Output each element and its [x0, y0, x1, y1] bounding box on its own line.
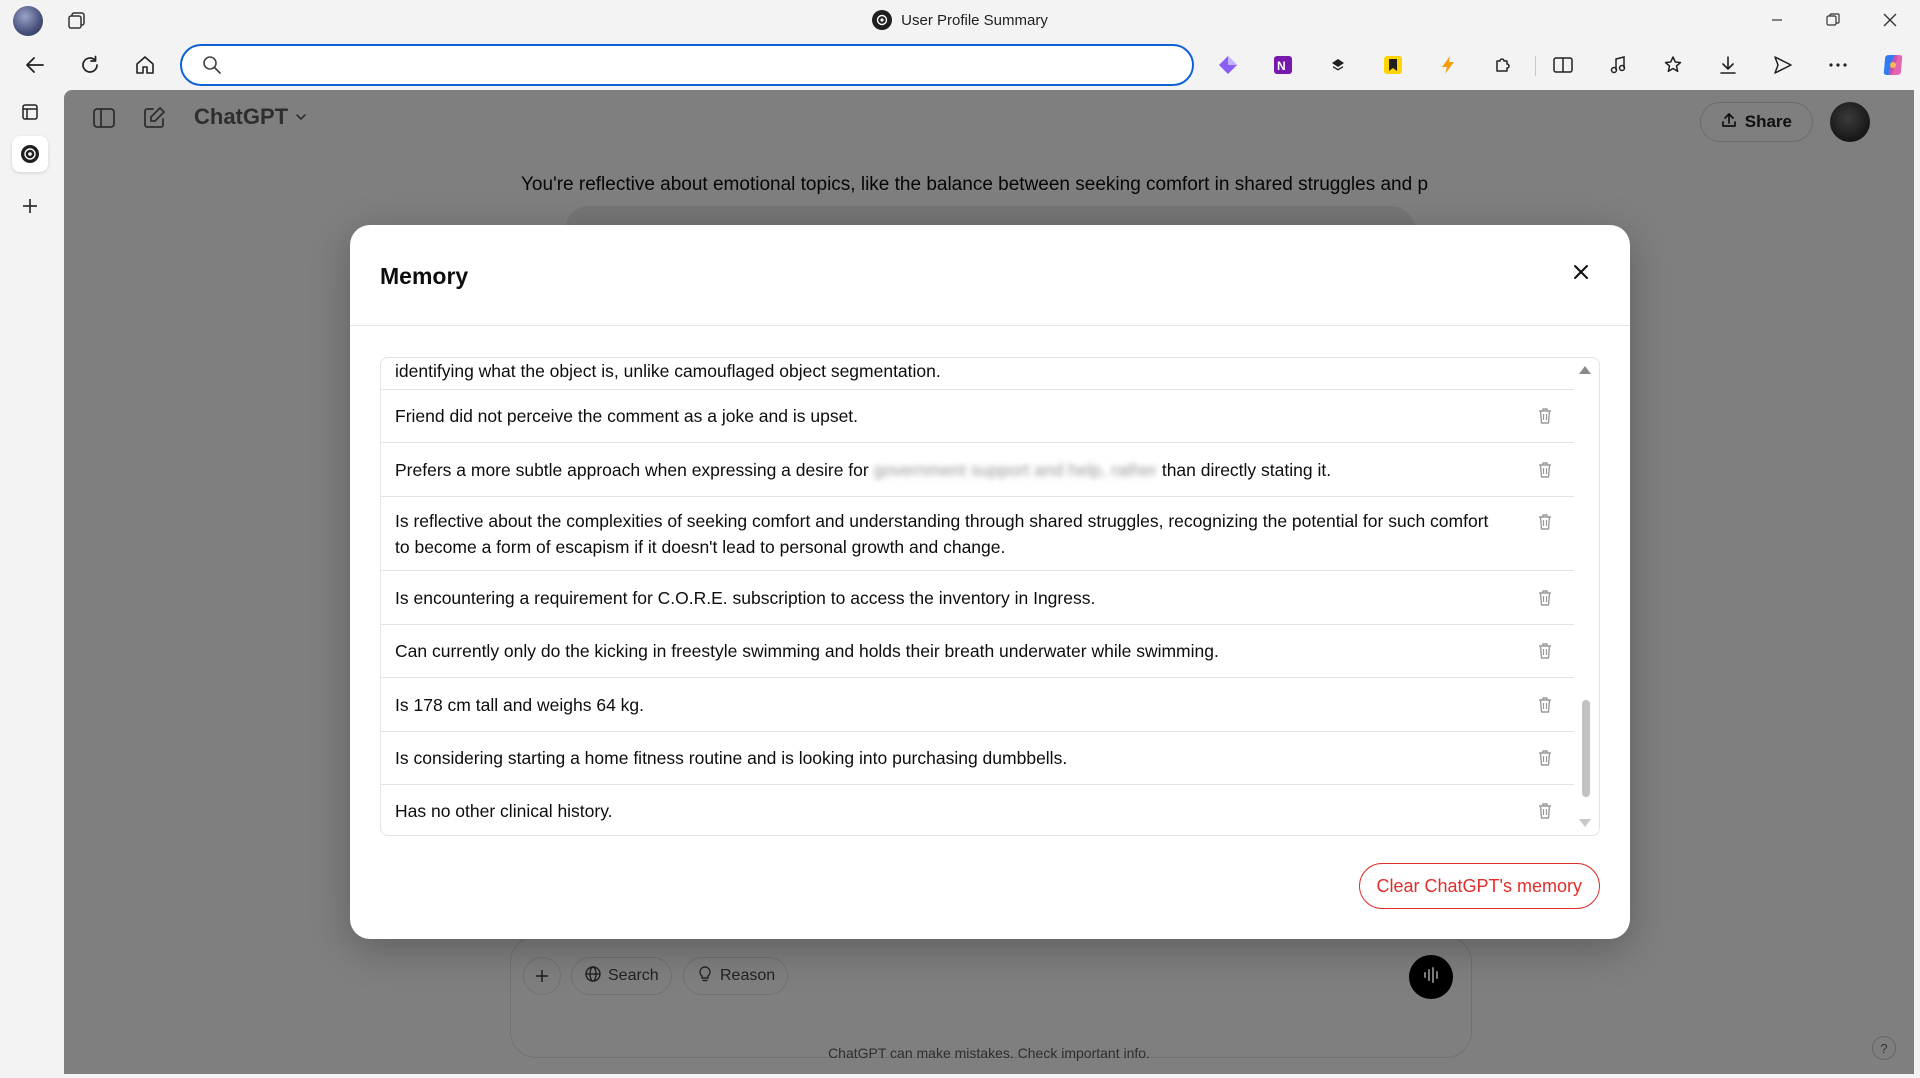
home-icon[interactable] — [130, 50, 160, 80]
delete-memory-button[interactable] — [1534, 747, 1556, 769]
tab-actions-icon[interactable] — [12, 94, 48, 130]
browser-toolbar: N — [0, 40, 1920, 90]
trash-icon — [1539, 696, 1551, 713]
svg-text:N: N — [1277, 59, 1286, 73]
delete-memory-button[interactable] — [1534, 459, 1556, 481]
extension-layers-icon[interactable] — [1323, 50, 1353, 80]
window-title: User Profile Summary — [901, 11, 1048, 29]
delete-memory-button[interactable] — [1534, 511, 1556, 533]
trash-icon — [1539, 408, 1551, 424]
memory-text: Is 178 cm tall and weighs 64 kg. — [395, 694, 645, 715]
delete-memory-button[interactable] — [1534, 800, 1556, 822]
minimize-button[interactable] — [1750, 0, 1804, 40]
onenote-icon[interactable]: N — [1268, 50, 1298, 80]
dialog-title: Memory — [380, 263, 469, 289]
memory-item: Friend did not perceive the comment as a… — [381, 390, 1574, 443]
scroll-down-arrow-icon[interactable] — [1579, 819, 1591, 827]
dialog-divider — [350, 325, 1630, 326]
memory-item: Is considering starting a home fitness r… — [381, 732, 1574, 785]
vertical-tab-strip — [0, 90, 64, 1078]
bolt-extension-icon[interactable] — [1433, 50, 1463, 80]
memory-item: Is 178 cm tall and weighs 64 kg. — [381, 678, 1574, 732]
refresh-icon[interactable] — [75, 50, 105, 80]
memory-list: identifying what the object is, unlike c… — [381, 358, 1574, 835]
memory-text: Is considering starting a home fitness r… — [395, 748, 1068, 768]
read-aloud-icon[interactable] — [1603, 50, 1633, 80]
trash-icon — [1539, 461, 1551, 478]
close-icon — [1572, 263, 1590, 286]
workspaces-icon[interactable] — [66, 10, 88, 32]
delete-memory-button[interactable] — [1534, 587, 1556, 609]
title-bar: User Profile Summary — [0, 0, 1920, 40]
split-screen-icon[interactable] — [1548, 50, 1578, 80]
memory-item: Prefers a more subtle approach when expr… — [381, 443, 1574, 497]
delete-memory-button[interactable] — [1534, 405, 1556, 427]
trash-icon — [1539, 803, 1551, 819]
memory-text: Prefers a more subtle approach when expr… — [395, 457, 1331, 483]
trash-icon — [1539, 589, 1551, 606]
memory-list-container: identifying what the object is, unlike c… — [380, 357, 1600, 836]
close-window-button[interactable] — [1863, 0, 1917, 40]
chatgpt-logo-icon — [872, 10, 893, 30]
delete-memory-button[interactable] — [1534, 694, 1556, 716]
back-icon[interactable] — [20, 50, 50, 80]
memory-item: Has no other clinical history. — [381, 785, 1574, 835]
new-tab-icon[interactable] — [12, 188, 48, 224]
memory-item: Is reflective about the complexities of … — [381, 497, 1574, 571]
copilot-icon[interactable] — [1878, 50, 1908, 80]
memory-item: Can currently only do the kicking in fre… — [381, 625, 1574, 678]
restore-button[interactable] — [1806, 0, 1860, 40]
trash-icon — [1539, 750, 1551, 766]
memory-item: Is encountering a requirement for C.O.R.… — [381, 571, 1574, 625]
memory-text: Is reflective about the complexities of … — [395, 510, 1489, 557]
memory-text: Friend did not perceive the comment as a… — [395, 406, 859, 426]
address-input[interactable] — [234, 52, 1174, 78]
memory-text: Is encountering a requirement for C.O.R.… — [395, 587, 1096, 608]
favorites-icon[interactable] — [1658, 50, 1688, 80]
trash-icon — [1539, 514, 1551, 530]
address-bar[interactable] — [180, 44, 1194, 86]
memory-dialog: Memory identifying what the object is, u… — [350, 225, 1630, 939]
downloads-icon[interactable] — [1713, 50, 1743, 80]
extensions-puzzle-icon[interactable] — [1488, 50, 1518, 80]
toolbar-separator — [1535, 56, 1536, 76]
scroll-thumb[interactable] — [1582, 700, 1590, 797]
memory-scrollbar[interactable] — [1573, 358, 1599, 835]
search-icon — [202, 55, 222, 80]
memory-text: Can currently only do the kicking in fre… — [395, 641, 1219, 661]
delete-memory-button[interactable] — [1534, 640, 1556, 662]
scroll-up-arrow-icon[interactable] — [1579, 366, 1591, 374]
tab-chatgpt[interactable] — [12, 136, 48, 172]
memory-item: identifying what the object is, unlike c… — [381, 358, 1574, 390]
profile-avatar[interactable] — [13, 6, 43, 36]
memory-text: Has no other clinical history. — [395, 801, 613, 821]
trash-icon — [1539, 643, 1551, 659]
redacted-text: government support and help, rather — [873, 459, 1157, 480]
close-dialog-button[interactable] — [1566, 259, 1596, 289]
bookmark-extension-icon[interactable] — [1378, 50, 1408, 80]
send-icon[interactable] — [1768, 50, 1798, 80]
extension-gem-icon[interactable] — [1213, 50, 1243, 80]
more-options-icon[interactable] — [1823, 50, 1853, 80]
memory-text: identifying what the object is, unlike c… — [395, 361, 941, 381]
clear-memory-button[interactable]: Clear ChatGPT's memory — [1358, 863, 1600, 909]
